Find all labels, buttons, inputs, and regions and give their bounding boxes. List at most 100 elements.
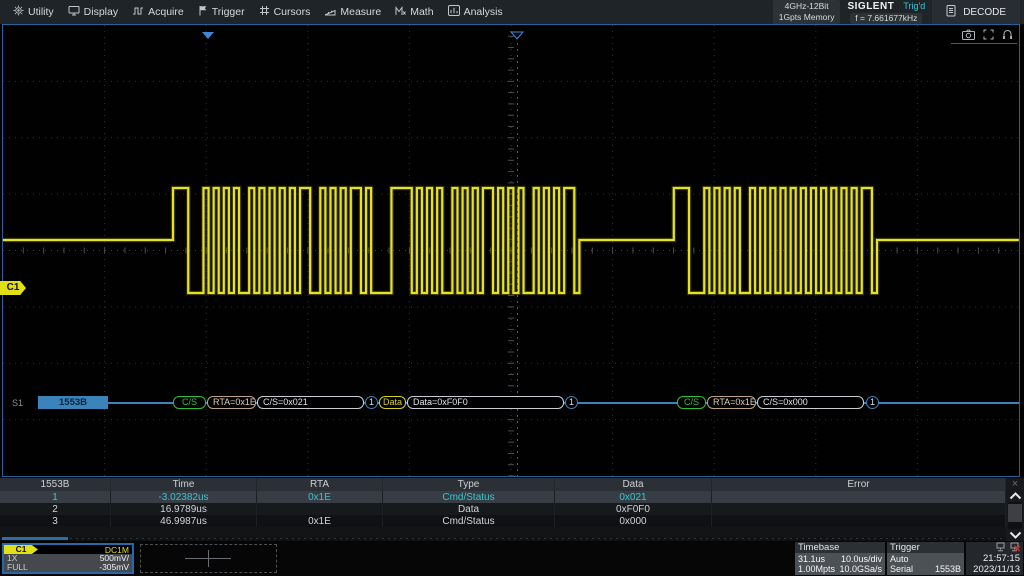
table-cell: 16.9789us <box>111 503 257 515</box>
clock-time: 21:57:15 <box>983 553 1020 564</box>
grid-toolbar <box>951 26 1017 44</box>
fullscreen-icon[interactable] <box>983 29 994 40</box>
table-cell: 46.9987us <box>111 515 257 527</box>
chart-icon <box>448 5 460 19</box>
table-empty-rows <box>0 527 1024 537</box>
table-cell: 0x1E <box>257 491 383 503</box>
trigger-source: 1553B <box>935 564 961 574</box>
menu-item-label: Trigger <box>212 6 245 18</box>
menu-item-trigger[interactable]: Trigger <box>191 0 252 24</box>
menu-item-label: Measure <box>340 6 381 18</box>
decode-field-bubble: C/S=0x021 <box>257 396 364 409</box>
decode-field-bubble: C/S <box>173 396 206 409</box>
decode-field-bubble: RTA=0x1E <box>207 396 256 409</box>
camera-icon[interactable] <box>962 29 975 40</box>
bottom-status-bar: C1 DC1M 1X500mV/ FULL-305mV Timebase 31.… <box>0 541 1024 576</box>
menu-item-label: Utility <box>28 6 54 18</box>
timebase-delay: 31.1us <box>798 554 825 564</box>
table-cell: 0x000 <box>555 515 712 527</box>
table-header-type: Type <box>383 478 555 491</box>
trigger-title: Trigger <box>887 542 964 553</box>
menu-item-analysis[interactable]: Analysis <box>441 0 510 24</box>
decode-field-bubble: C/S=0x000 <box>757 396 864 409</box>
decode-index-bubble: 1 <box>365 396 378 409</box>
table-row-2[interactable]: 216.9789usData0xF0F0 <box>0 503 1024 515</box>
scroll-up-button[interactable] <box>1009 490 1022 502</box>
table-cell: Data <box>383 503 555 515</box>
decode-menu-button[interactable]: DECODE <box>932 0 1020 24</box>
memory-label: 1Gpts Memory <box>779 12 835 23</box>
hash-icon <box>259 5 270 19</box>
trigger-delay-marker[interactable] <box>201 27 215 45</box>
scroll-thumb[interactable] <box>1008 504 1022 522</box>
menu-item-label: Math <box>410 6 433 18</box>
decode-field-bubble: C/S <box>677 396 706 409</box>
menubar-right: 4GHz-12Bit 1Gpts Memory SIGLENT Trig'd f… <box>773 0 1020 24</box>
table-vertical-scrollbar: × <box>1006 478 1024 541</box>
table-cell: 0x1E <box>257 515 383 527</box>
scroll-track[interactable] <box>1008 502 1022 529</box>
menu-item-label: Display <box>84 6 118 18</box>
menubar: Utility Display Acquire Trigger Cursors Measu… <box>0 0 1024 24</box>
menu-item-acquire[interactable]: Acquire <box>125 0 191 24</box>
timebase-title: Timebase <box>795 542 885 553</box>
waveform-grid <box>2 24 1020 477</box>
table-horizontal-scroll-track <box>70 538 1006 539</box>
trigger-position-line <box>517 37 518 476</box>
table-cell <box>257 503 383 515</box>
table-cell: 0x021 <box>555 491 712 503</box>
channel1-offset: -305mV <box>99 563 129 572</box>
trigger-frequency-readout: f = 7.661677kHz <box>850 13 922 24</box>
decode-field-bubble: RTA=0x1E <box>707 396 756 409</box>
trigger-status-badge: Trig'd <box>903 1 925 11</box>
brand-logo: SIGLENT <box>847 1 894 12</box>
decode-button-label: DECODE <box>963 7 1006 18</box>
ruler-icon <box>324 6 336 19</box>
table-header-error: Error <box>712 478 1006 491</box>
decode-result-table: 1553BTimeRTATypeDataError 1-3.02382us0x1… <box>0 478 1024 541</box>
decode-index-bubble: 1 <box>866 396 879 409</box>
decode-index-bubble: 1 <box>565 396 578 409</box>
clipboard-icon <box>946 4 956 20</box>
timebase-panel[interactable]: Timebase 31.1us10.0us/div 1.00Mpts10.0GS… <box>795 542 885 575</box>
menu-item-measure[interactable]: Measure <box>317 0 388 24</box>
menu-item-utility[interactable]: Utility <box>6 0 61 24</box>
decode-field-bubble: Data <box>379 396 406 409</box>
bus-label: S1 <box>12 398 23 408</box>
menu-item-math[interactable]: Math <box>388 0 440 24</box>
add-channel-box[interactable] <box>140 544 277 573</box>
timebase-points: 1.00Mpts <box>798 564 835 574</box>
table-cell <box>712 491 1006 503</box>
table-cell: 0xF0F0 <box>555 503 712 515</box>
system-info-box: 4GHz-12Bit 1Gpts Memory <box>773 0 841 24</box>
monitor-icon <box>68 5 80 19</box>
table-cell: -3.02382us <box>111 491 257 503</box>
table-header-1553b: 1553B <box>0 478 111 491</box>
menu-items: Utility Display Acquire Trigger Cursors Measu… <box>0 0 510 24</box>
table-header-data: Data <box>555 478 712 491</box>
channel1-box[interactable]: C1 DC1M 1X500mV/ FULL-305mV <box>2 543 134 574</box>
table-row-1[interactable]: 1-3.02382us0x1ECmd/Status0x021 <box>0 491 1024 503</box>
bus-type-badge[interactable]: 1553B <box>38 396 108 409</box>
menu-item-display[interactable]: Display <box>61 0 125 24</box>
flag-icon <box>198 5 208 19</box>
brand-box: SIGLENT Trig'd f = 7.661677kHz <box>847 1 925 24</box>
trigger-panel[interactable]: Trigger Auto Serial1553B <box>887 542 964 575</box>
table-header-rta: RTA <box>257 478 383 491</box>
trigger-mode: Auto <box>890 554 909 564</box>
menu-item-label: Cursors <box>274 6 311 18</box>
menu-item-label: Analysis <box>464 6 503 18</box>
touch-icon[interactable] <box>1002 29 1013 40</box>
clock-panel[interactable]: 21:57:15 2023/11/13 <box>966 542 1023 575</box>
oscilloscope-screen: Utility Display Acquire Trigger Cursors Measu… <box>0 0 1024 576</box>
channel1-badge: C1 <box>4 545 38 554</box>
table-cell: Cmd/Status <box>383 515 555 527</box>
table-cell <box>712 503 1006 515</box>
table-horizontal-scroll-thumb[interactable] <box>2 537 68 540</box>
waveform-icon <box>132 6 144 19</box>
table-row-3[interactable]: 346.9987us0x1ECmd/Status0x000 <box>0 515 1024 527</box>
timebase-rate: 10.0GSa/s <box>839 564 882 574</box>
menu-item-cursors[interactable]: Cursors <box>252 0 318 24</box>
table-body: 1-3.02382us0x1ECmd/Status0x021216.9789us… <box>0 491 1024 537</box>
table-cell <box>712 515 1006 527</box>
